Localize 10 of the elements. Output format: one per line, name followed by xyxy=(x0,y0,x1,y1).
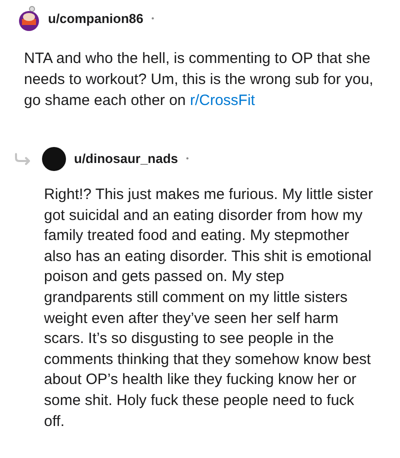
reply-arrow-icon xyxy=(14,153,32,165)
avatar-icon[interactable] xyxy=(18,6,40,32)
username-link[interactable]: u/dinosaur_nads xyxy=(74,149,178,169)
avatar-image[interactable] xyxy=(42,147,66,171)
subreddit-link[interactable]: r/CrossFit xyxy=(190,92,255,109)
comment-text: Right!? This just makes me furious. My little sister got suicidal and an eating disorder from how my family treated food and eating. My stepmother also has an eating disorder. This shit is emotional poison and gets passed on. My step grandparents still comment on my little sisters weight even after they’ve seen her self harm scars. It’s so disgusting to see people in the comments thinking that they somehow know best about OP’s health like they fucking know her or some shit. Holy fuck these people need to fuck off. xyxy=(43,185,374,432)
username-link[interactable]: u/companion86 xyxy=(48,9,144,29)
separator-dot: • xyxy=(186,153,189,165)
comment-text: NTA and who the hell, is commenting to OP that she needs to workout? Um, this is the wrong sub for you, go shame each other on r/CrossFit xyxy=(23,49,374,111)
separator-dot: • xyxy=(151,13,154,25)
